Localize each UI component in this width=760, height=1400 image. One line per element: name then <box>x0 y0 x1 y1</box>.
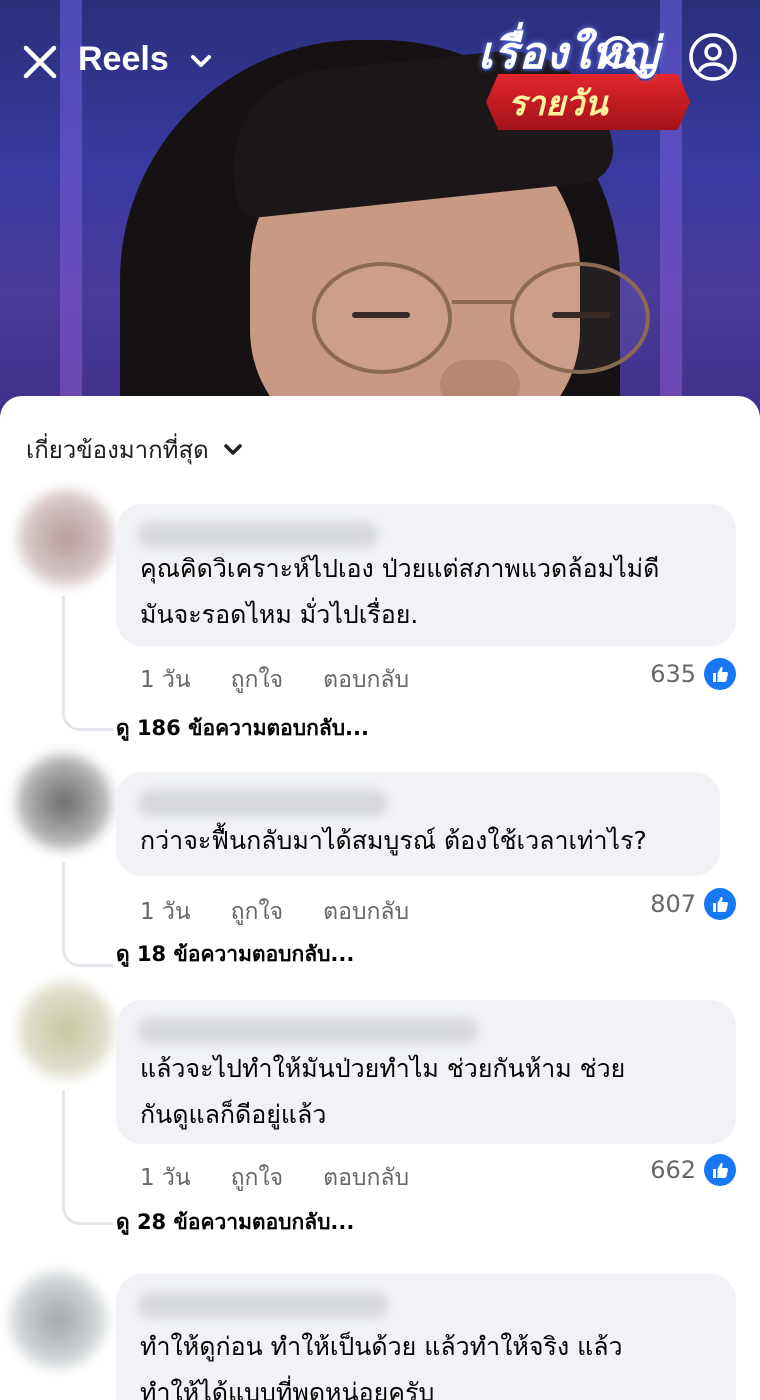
reply-button[interactable]: ตอบกลับ <box>323 662 409 698</box>
like-icon <box>704 658 736 690</box>
close-icon[interactable] <box>22 44 58 80</box>
closed-eye-left <box>352 312 410 318</box>
reply-button[interactable]: ตอบกลับ <box>323 894 409 930</box>
view-replies-link[interactable]: ดู 28 ข้อความตอบกลับ... <box>116 1206 354 1239</box>
comment-actions: 1 วัน ถูกใจ ตอบกลับ <box>140 1160 449 1196</box>
search-icon[interactable] <box>598 32 646 80</box>
like-button[interactable]: ถูกใจ <box>231 894 284 930</box>
avatar[interactable] <box>18 982 114 1078</box>
like-icon <box>704 1154 736 1186</box>
commenter-name[interactable] <box>138 1018 478 1044</box>
comment-time: 1 วัน <box>140 1165 191 1191</box>
like-button[interactable]: ถูกใจ <box>231 1160 284 1196</box>
reaction-count: 807 <box>650 890 696 918</box>
like-button[interactable]: ถูกใจ <box>231 662 284 698</box>
comments-sheet: เกี่ยวข้องมากที่สุด คุณคิดวิเคราะห์ไปเอง… <box>0 396 760 1400</box>
comment-time: 1 วัน <box>140 899 191 925</box>
reaction-summary[interactable]: 807 <box>650 888 736 920</box>
comment-text: ทำให้ดูก่อน ทำให้เป็นด้วย แล้วทำให้จริง … <box>140 1332 623 1400</box>
sort-label: เกี่ยวข้องมากที่สุด <box>26 436 209 464</box>
commenter-name[interactable] <box>138 790 388 816</box>
reaction-count: 662 <box>650 1156 696 1184</box>
comment-text: กว่าจะฟื้นกลับมาได้สมบูรณ์ ต้องใช้เวลาเท… <box>140 826 647 855</box>
view-replies-link[interactable]: ดู 18 ข้อความตอบกลับ... <box>116 938 354 971</box>
avatar[interactable] <box>16 754 112 850</box>
comment-item: ทำให้ดูก่อน ทำให้เป็นด้วย แล้วทำให้จริง … <box>0 1256 760 1400</box>
glasses-right-lens <box>510 262 650 374</box>
chevron-down-icon <box>223 443 242 455</box>
reels-top-bar: Reels <box>0 0 760 130</box>
comment-actions: 1 วัน ถูกใจ ตอบกลับ <box>140 662 449 698</box>
sort-dropdown[interactable]: เกี่ยวข้องมากที่สุด <box>26 430 243 469</box>
comment-text: คุณคิดวิเคราะห์ไปเอง ป่วยแต่สภาพแวดล้อมไ… <box>140 554 660 629</box>
commenter-name[interactable] <box>138 522 378 548</box>
glasses-bridge <box>452 300 514 304</box>
reaction-summary[interactable]: 662 <box>650 1154 736 1186</box>
avatar[interactable] <box>18 490 114 586</box>
commenter-name[interactable] <box>138 1292 388 1318</box>
avatar[interactable] <box>10 1272 106 1368</box>
reply-thread-line <box>62 1090 113 1225</box>
comment-item: คุณคิดวิเคราะห์ไปเอง ป่วยแต่สภาพแวดล้อมไ… <box>0 486 760 746</box>
reply-thread-line <box>62 596 113 731</box>
comment-bubble[interactable]: แล้วจะไปทำให้มันป่วยทำไม ช่วยกันห้าม ช่ว… <box>116 1000 736 1144</box>
comment-bubble[interactable]: คุณคิดวิเคราะห์ไปเอง ป่วยแต่สภาพแวดล้อมไ… <box>116 504 736 646</box>
reply-button[interactable]: ตอบกลับ <box>323 1160 409 1196</box>
comment-actions: 1 วัน ถูกใจ ตอบกลับ <box>140 894 449 930</box>
reply-thread-line <box>62 862 113 967</box>
reaction-summary[interactable]: 635 <box>650 658 736 690</box>
glasses-left-lens <box>312 262 452 374</box>
comment-text: แล้วจะไปทำให้มันป่วยทำไม ช่วยกันห้าม ช่ว… <box>140 1054 626 1129</box>
reels-title[interactable]: Reels <box>78 40 169 79</box>
comment-item: กว่าจะฟื้นกลับมาได้สมบูรณ์ ต้องใช้เวลาเท… <box>0 752 760 982</box>
chevron-down-icon[interactable] <box>190 54 212 68</box>
comment-time: 1 วัน <box>140 667 191 693</box>
like-icon <box>704 888 736 920</box>
comment-item: แล้วจะไปทำให้มันป่วยทำไม ช่วยกันห้าม ช่ว… <box>0 980 760 1250</box>
comment-bubble[interactable]: ทำให้ดูก่อน ทำให้เป็นด้วย แล้วทำให้จริง … <box>116 1274 736 1400</box>
profile-icon[interactable] <box>688 32 738 82</box>
reaction-count: 635 <box>650 660 696 688</box>
view-replies-link[interactable]: ดู 186 ข้อความตอบกลับ... <box>116 712 369 745</box>
comment-bubble[interactable]: กว่าจะฟื้นกลับมาได้สมบูรณ์ ต้องใช้เวลาเท… <box>116 772 720 876</box>
closed-eye-right <box>552 312 610 318</box>
